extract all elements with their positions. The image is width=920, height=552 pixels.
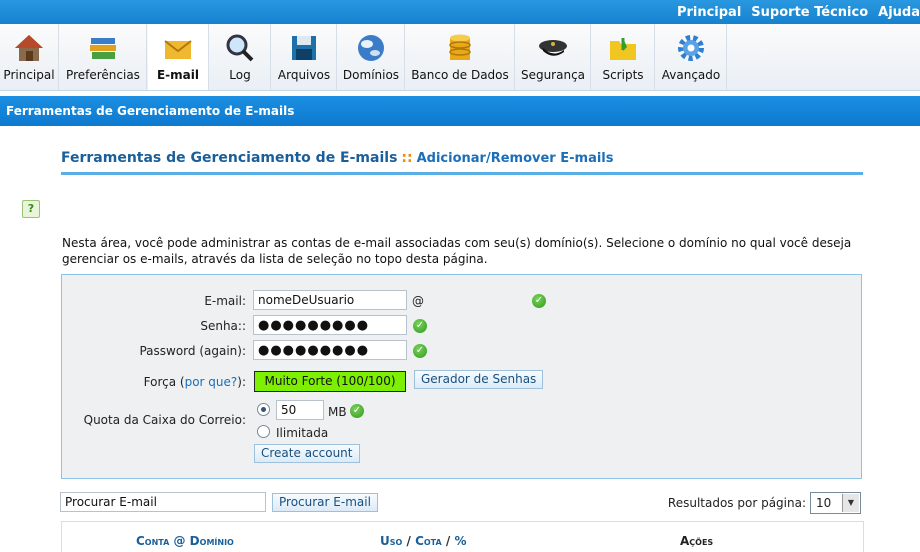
- tool-label: Scripts: [602, 68, 644, 82]
- why-link[interactable]: por que?: [185, 375, 238, 389]
- column-conta-dominio[interactable]: Conta @ Domínio: [136, 534, 234, 548]
- top-link-ajuda[interactable]: Ajuda: [878, 5, 920, 20]
- password-again-valid-check-icon: ✓: [413, 344, 427, 358]
- search-email-button[interactable]: Procurar E-mail: [272, 493, 378, 512]
- envelope-icon: [164, 40, 192, 59]
- email-valid-check-icon: ✓: [532, 294, 546, 308]
- tool-scripts[interactable]: Scripts: [592, 24, 655, 90]
- unlimited-label: Ilimitada: [276, 426, 329, 440]
- quota-label: Quota da Caixa do Correio:: [83, 413, 246, 427]
- tool-label: Segurança: [520, 68, 586, 82]
- description-text: Nesta área, você pode administrar as con…: [62, 236, 852, 266]
- database-icon: [449, 34, 471, 60]
- tool-log[interactable]: Log: [210, 24, 271, 90]
- page-subtitle: Adicionar/Remover E-mails: [416, 151, 614, 166]
- accounts-table-header: Conta @ Domínio Uso / Cota / % Ações: [61, 521, 864, 552]
- globe-icon: [358, 35, 384, 61]
- strength-paren-close: ):: [237, 375, 246, 389]
- column-percent[interactable]: %: [454, 534, 466, 548]
- senha-label: Senha::: [200, 319, 246, 333]
- strength-label-text: Força: [143, 375, 177, 389]
- column-uso-cota: Uso / Cota / %: [380, 534, 467, 548]
- tool-principal[interactable]: Principal: [0, 24, 59, 90]
- column-cota[interactable]: Cota: [415, 534, 442, 548]
- slash: /: [406, 534, 411, 548]
- password-again-field[interactable]: [253, 340, 407, 360]
- top-links: Principal Suporte Técnico Ajuda: [667, 0, 920, 24]
- house-icon: [15, 35, 43, 61]
- tool-dominios[interactable]: Domínios: [338, 24, 405, 90]
- tool-arquivos[interactable]: Arquivos: [272, 24, 337, 90]
- password-again-label: Password (again):: [139, 344, 246, 358]
- section-title: Ferramentas de Gerenciamento de E-mails: [6, 104, 295, 118]
- results-per-page-label: Resultados por página:: [667, 496, 806, 510]
- tool-label: Avançado: [661, 68, 721, 82]
- books-icon: [90, 38, 116, 59]
- tool-banco-de-dados[interactable]: Banco de Dados: [406, 24, 515, 90]
- heading-separator: ::: [401, 150, 413, 166]
- create-account-button[interactable]: Create account: [254, 444, 360, 463]
- tool-label: Arquivos: [277, 68, 331, 82]
- email-label: E-mail:: [204, 294, 246, 308]
- floppy-icon: [292, 36, 316, 60]
- quota-unlimited-radio[interactable]: [257, 425, 270, 438]
- password-generator-button[interactable]: Gerador de Senhas: [414, 370, 544, 389]
- page-heading: Ferramentas de Gerenciamento de E-mails:…: [61, 150, 863, 175]
- gear-icon: [678, 35, 704, 61]
- tool-avancado[interactable]: Avançado: [656, 24, 727, 90]
- results-per-page-value: 10: [816, 496, 832, 510]
- tool-label: Domínios: [342, 68, 400, 82]
- tool-label: Log: [229, 68, 251, 82]
- magnifier-icon: [226, 34, 254, 62]
- search-email-input[interactable]: [60, 492, 266, 512]
- main-toolbar: Principal Preferências E-mail Log Arquiv…: [0, 24, 920, 91]
- quota-valid-check-icon: ✓: [350, 404, 364, 418]
- tool-email[interactable]: E-mail: [148, 24, 209, 90]
- quota-limited-radio[interactable]: [257, 403, 270, 416]
- at-sign: @: [412, 294, 424, 308]
- results-per-page-select[interactable]: 10 ▼: [810, 492, 861, 514]
- tool-seguranca[interactable]: Segurança: [516, 24, 591, 90]
- folder-icon: [610, 38, 636, 60]
- tool-preferencias[interactable]: Preferências: [60, 24, 147, 90]
- tool-label: Banco de Dados: [411, 68, 509, 82]
- strength-label: Força (por que?):: [120, 375, 246, 389]
- tool-label: E-mail: [156, 68, 199, 82]
- slash: /: [445, 534, 451, 548]
- top-bar: Principal Suporte Técnico Ajuda: [0, 0, 920, 24]
- police-cap-icon: [539, 40, 567, 56]
- page-title: Ferramentas de Gerenciamento de E-mails: [61, 150, 398, 166]
- section-bar: Ferramentas de Gerenciamento de E-mails: [0, 96, 920, 126]
- tool-label: Preferências: [66, 68, 140, 82]
- help-icon[interactable]: ?: [22, 200, 40, 218]
- column-uso[interactable]: Uso: [380, 534, 402, 548]
- top-link-principal[interactable]: Principal: [677, 5, 741, 20]
- password-valid-check-icon: ✓: [413, 319, 427, 333]
- password-field[interactable]: [253, 315, 407, 335]
- chevron-down-icon: ▼: [842, 494, 859, 512]
- quota-unit: MB: [328, 405, 347, 419]
- tool-label: Principal: [3, 68, 55, 82]
- quota-input[interactable]: [276, 400, 324, 420]
- password-strength-meter: Muito Forte (100/100): [254, 371, 406, 392]
- top-link-suporte[interactable]: Suporte Técnico: [751, 5, 868, 20]
- column-acoes: Ações: [680, 534, 714, 548]
- email-field[interactable]: [253, 290, 407, 310]
